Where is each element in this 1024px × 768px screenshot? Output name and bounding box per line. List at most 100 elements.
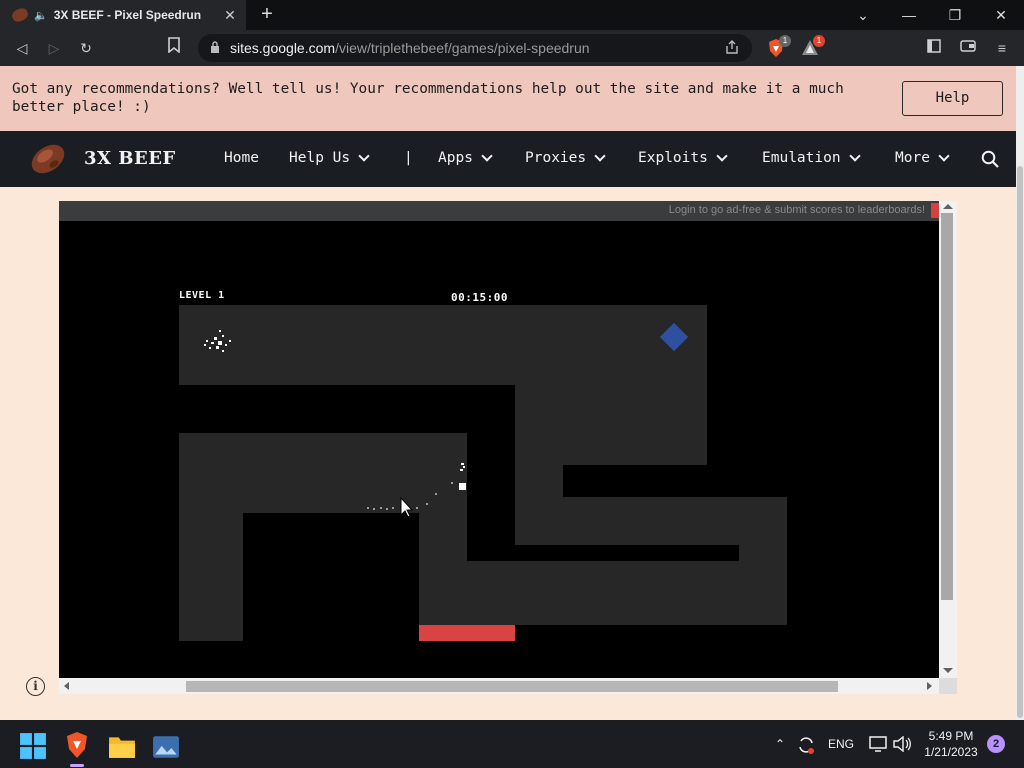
level-label: LEVEL 1 bbox=[179, 290, 225, 301]
audio-playing-icon[interactable]: 🔈 bbox=[34, 9, 48, 22]
page-scroll-thumb[interactable] bbox=[1017, 166, 1023, 718]
address-bar[interactable]: sites.google.com/view/triplethebeef/game… bbox=[198, 34, 752, 62]
reload-button[interactable]: ↻ bbox=[75, 37, 97, 59]
scrollbar-corner bbox=[939, 678, 957, 694]
menu-button[interactable]: ≡ bbox=[991, 37, 1013, 59]
share-icon[interactable] bbox=[724, 39, 740, 58]
nav-exploits[interactable]: Exploits bbox=[638, 149, 728, 166]
player-cube bbox=[459, 483, 466, 490]
platform-middle bbox=[179, 433, 467, 513]
nav-more[interactable]: More bbox=[895, 149, 950, 166]
platform-right-ledge bbox=[515, 497, 787, 545]
back-button[interactable]: ◁ bbox=[11, 37, 33, 59]
embed-horizontal-scrollbar[interactable] bbox=[59, 678, 939, 694]
beef-logo-icon[interactable] bbox=[28, 140, 68, 178]
minimize-button[interactable]: — bbox=[886, 0, 932, 30]
sidebar-button[interactable] bbox=[923, 37, 945, 59]
brave-rewards-button[interactable]: 1 bbox=[800, 35, 825, 58]
browser-toolbar: ◁ ▷ ↻ sites.google.com/view/triplethebee… bbox=[0, 30, 1024, 66]
vertical-scroll-thumb[interactable] bbox=[941, 213, 953, 600]
announcement-banner: Got any recommendations? Well tell us! Y… bbox=[0, 66, 1016, 131]
chevron-down-icon bbox=[848, 149, 861, 162]
horizontal-scroll-thumb[interactable] bbox=[186, 681, 838, 692]
nav-proxies-label: Proxies bbox=[525, 150, 587, 166]
platform-bottom bbox=[419, 561, 787, 625]
url-path: /view/triplethebeef/games/pixel-speedrun bbox=[335, 40, 590, 56]
maximize-button[interactable]: ❐ bbox=[932, 0, 978, 30]
platform-connector bbox=[515, 465, 563, 497]
screen: 🔈 3X BEEF - Pixel Speedrun ✕ + ⌄ — ❐ ✕ ◁… bbox=[0, 0, 1024, 768]
beef-favicon-icon bbox=[10, 6, 30, 24]
tray-overflow-button[interactable]: ⌃ bbox=[775, 720, 785, 768]
system-clock[interactable]: 5:49 PM 1/21/2023 bbox=[918, 728, 984, 760]
bookmark-icon bbox=[168, 37, 180, 54]
browser-tabstrip: 🔈 3X BEEF - Pixel Speedrun ✕ + ⌄ — ❐ ✕ bbox=[0, 0, 1024, 30]
rewards-count-badge: 1 bbox=[813, 35, 825, 47]
sidebar-icon bbox=[927, 39, 941, 53]
photos-icon[interactable] bbox=[152, 733, 180, 761]
start-icon[interactable] bbox=[19, 732, 47, 760]
page-scrollbar[interactable] bbox=[1016, 66, 1024, 720]
forward-button[interactable]: ▷ bbox=[43, 37, 65, 59]
chevron-down-icon bbox=[716, 149, 728, 162]
lock-icon bbox=[210, 40, 220, 56]
scroll-up-arrow-icon[interactable] bbox=[943, 204, 953, 209]
shields-count-badge: 1 bbox=[779, 35, 791, 47]
taskbar: ⌃ ENG 5:49 PM 1/21/2023 2 bbox=[0, 720, 1024, 768]
platform-top bbox=[179, 305, 707, 385]
site-title[interactable]: 3X BEEF bbox=[84, 148, 176, 169]
login-prompt-link[interactable]: Login to go ad-free & submit scores to l… bbox=[669, 204, 925, 216]
chevron-down-icon bbox=[481, 149, 493, 162]
brave-browser-icon[interactable] bbox=[63, 731, 91, 759]
language-indicator[interactable]: ENG bbox=[828, 720, 854, 768]
nav-apps-label: Apps bbox=[438, 150, 473, 166]
network-icon[interactable] bbox=[869, 736, 887, 752]
nav-help-us[interactable]: Help Us bbox=[289, 149, 370, 166]
chevron-down-icon bbox=[938, 149, 950, 162]
lava-hazard bbox=[419, 625, 515, 641]
url-host: sites.google.com bbox=[230, 40, 336, 56]
scroll-right-arrow-icon[interactable] bbox=[927, 682, 932, 690]
volume-icon[interactable] bbox=[893, 736, 911, 752]
close-window-button[interactable]: ✕ bbox=[978, 0, 1024, 30]
chevron-down-icon bbox=[594, 149, 606, 162]
nav-separator: | bbox=[404, 150, 413, 166]
login-tab-marker bbox=[931, 203, 939, 218]
brave-shields-button[interactable]: 1 bbox=[766, 35, 791, 58]
tab-title: 3X BEEF - Pixel Speedrun bbox=[53, 8, 202, 22]
platform-left-pillar bbox=[179, 513, 243, 641]
platform-drop bbox=[419, 513, 467, 561]
embed-vertical-scrollbar[interactable] bbox=[939, 201, 957, 678]
chevron-down-icon bbox=[358, 149, 370, 162]
scroll-left-arrow-icon[interactable] bbox=[64, 682, 69, 690]
close-tab-icon[interactable]: ✕ bbox=[220, 7, 240, 24]
nav-emulation-label: Emulation bbox=[762, 150, 841, 166]
active-app-indicator bbox=[70, 764, 84, 767]
nav-emulation[interactable]: Emulation bbox=[762, 149, 861, 166]
nav-separator-label: | bbox=[404, 150, 413, 166]
info-icon[interactable]: i bbox=[26, 677, 45, 696]
banner-text: Got any recommendations? Well tell us! Y… bbox=[12, 81, 844, 115]
scroll-down-arrow-icon[interactable] bbox=[943, 668, 953, 673]
nav-apps[interactable]: Apps bbox=[438, 149, 493, 166]
browser-tab[interactable]: 🔈 3X BEEF - Pixel Speedrun ✕ bbox=[0, 0, 246, 30]
new-tab-button[interactable]: + bbox=[256, 3, 278, 27]
game-top-bar: Login to go ad-free & submit scores to l… bbox=[59, 201, 939, 221]
wallet-button[interactable] bbox=[957, 37, 979, 59]
wallet-icon bbox=[960, 40, 976, 52]
bookmark-button[interactable] bbox=[163, 37, 185, 59]
sync-icon[interactable] bbox=[796, 735, 816, 755]
file-explorer-icon[interactable] bbox=[108, 732, 136, 760]
nav-home-label: Home bbox=[224, 150, 259, 166]
notification-badge[interactable]: 2 bbox=[987, 735, 1005, 753]
site-navbar: 3X BEEF Home Help Us | Apps Proxies Expl… bbox=[0, 131, 1016, 187]
platform-right-step bbox=[739, 545, 787, 561]
platform-right-column bbox=[515, 385, 707, 465]
search-icon[interactable] bbox=[981, 150, 999, 168]
clock-time: 5:49 PM bbox=[928, 729, 974, 743]
nav-home[interactable]: Home bbox=[224, 150, 259, 166]
nav-proxies[interactable]: Proxies bbox=[525, 149, 606, 166]
speedrun-timer: 00:15:00 bbox=[451, 291, 508, 304]
tab-search-button[interactable]: ⌄ bbox=[840, 0, 886, 30]
help-button[interactable]: Help bbox=[902, 81, 1003, 116]
